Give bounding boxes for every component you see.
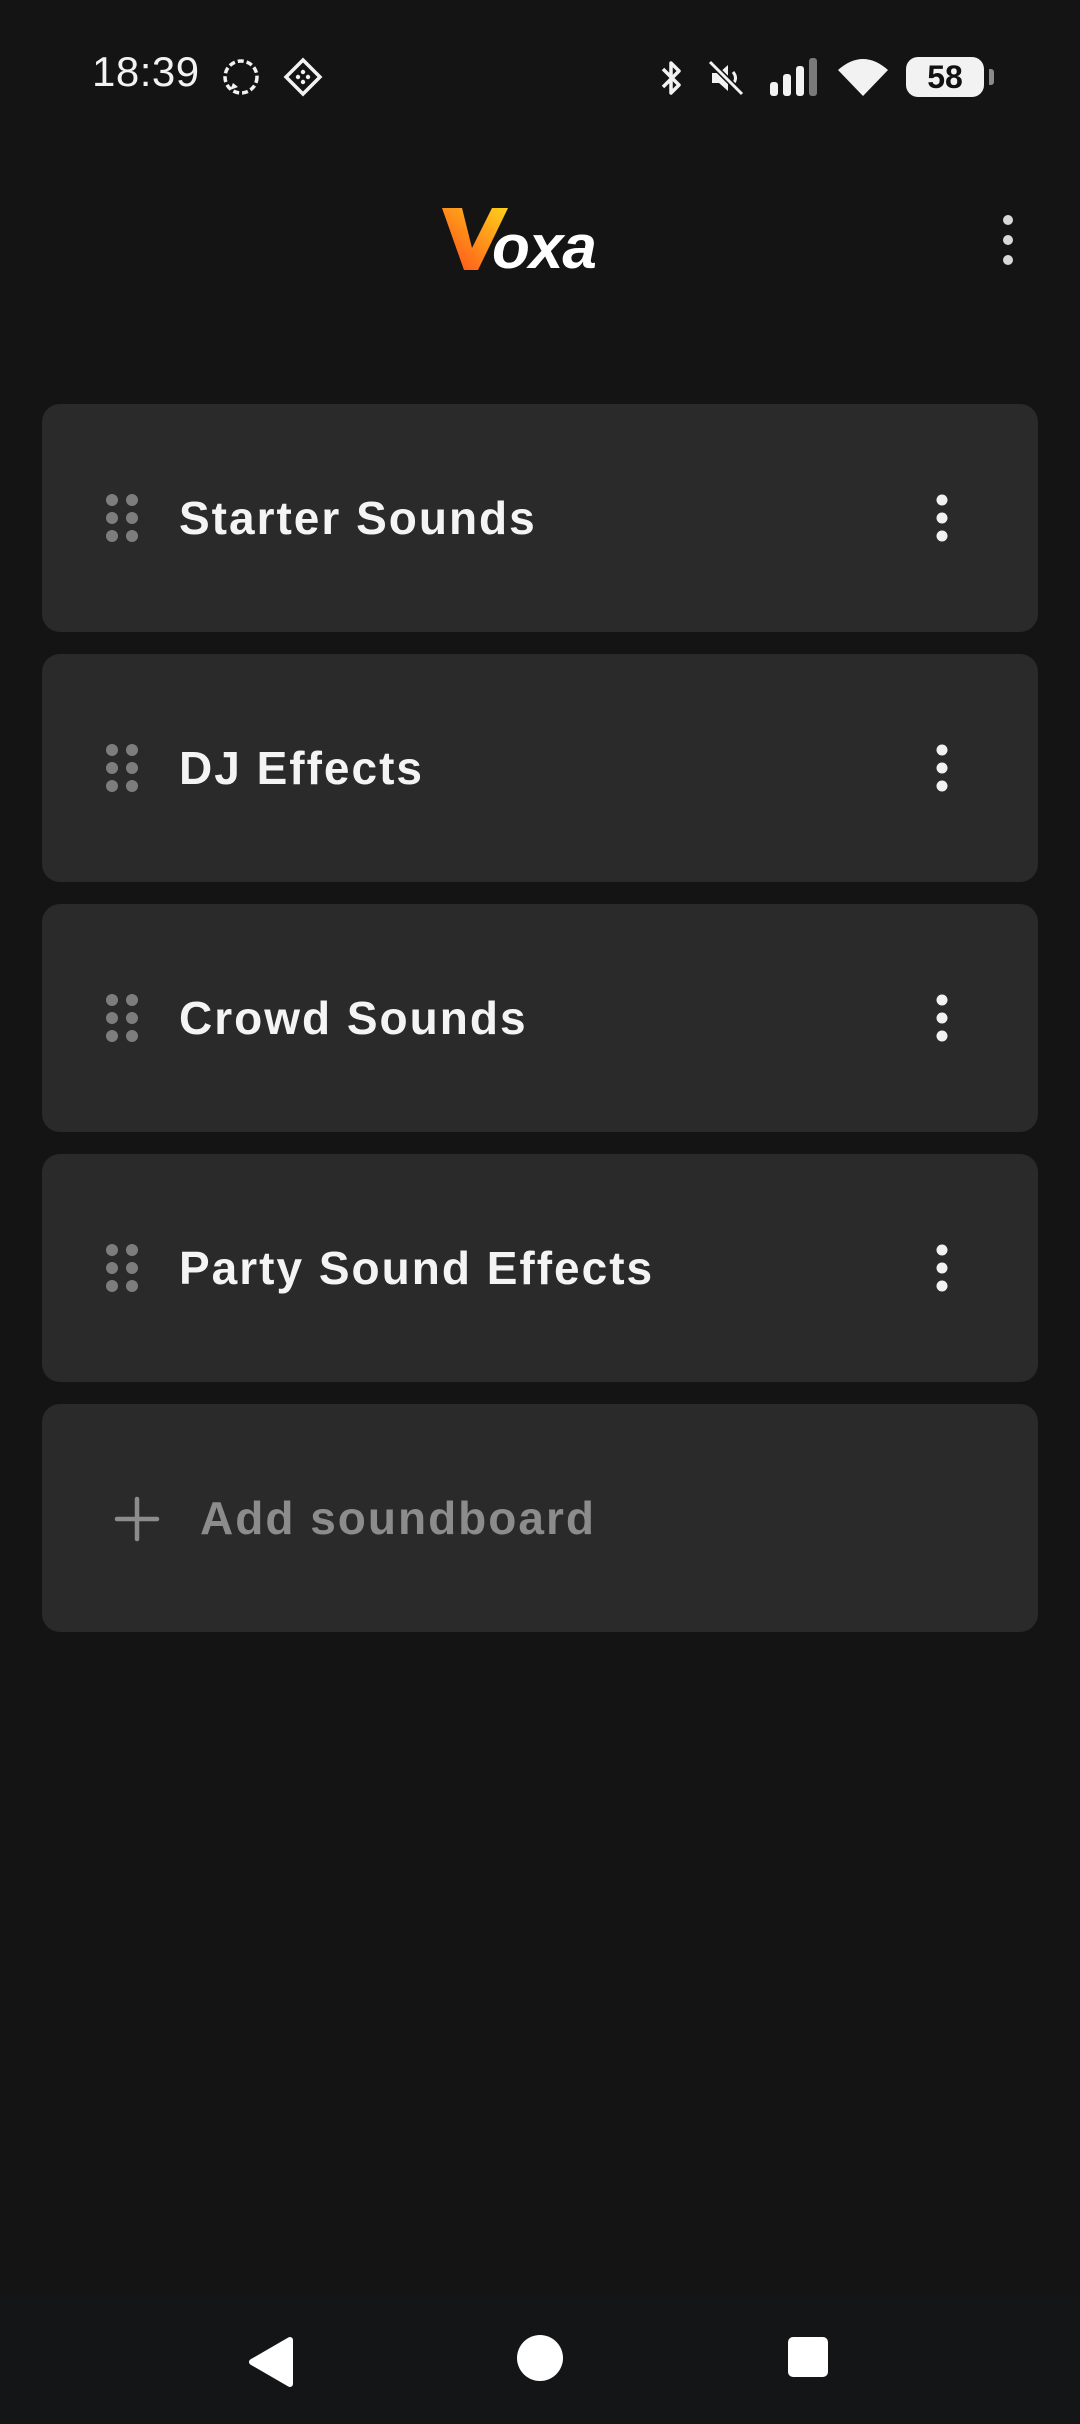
logo-text: oxa xyxy=(492,213,596,280)
status-time: 18:39 xyxy=(92,48,200,95)
card-more-vertical-icon[interactable] xyxy=(930,1242,954,1294)
recents-square-icon[interactable] xyxy=(787,2336,829,2378)
bluetooth-icon xyxy=(661,61,681,95)
soundboard-title: Crowd Sounds xyxy=(179,992,528,1044)
soundboard-card[interactable]: Starter Sounds xyxy=(42,404,1038,632)
signal-messenger-icon xyxy=(223,59,259,95)
drag-handle-icon[interactable] xyxy=(104,492,140,544)
soundboard-title: Party Sound Effects xyxy=(179,1242,655,1294)
status-bar: 18:39 58 xyxy=(0,0,1080,150)
drag-handle-icon[interactable] xyxy=(104,742,140,794)
plus-icon xyxy=(114,1496,160,1542)
wifi-icon xyxy=(838,59,888,96)
add-soundboard-label: Add soundboard xyxy=(200,1492,596,1544)
soundboard-card[interactable]: Crowd Sounds xyxy=(42,904,1038,1132)
home-circle-icon[interactable] xyxy=(516,2334,564,2382)
soundboard-title: Starter Sounds xyxy=(179,492,537,544)
drag-handle-icon[interactable] xyxy=(104,992,140,1044)
battery-icon: 58 xyxy=(906,57,994,97)
voxa-logo: oxa xyxy=(442,208,597,280)
soundboard-card[interactable]: Party Sound Effects xyxy=(42,1154,1038,1382)
grid-app-icon xyxy=(283,57,323,97)
card-more-vertical-icon[interactable] xyxy=(930,992,954,1044)
cellular-signal-icon xyxy=(770,58,817,96)
soundboard-card[interactable]: DJ Effects xyxy=(42,654,1038,882)
app-header: oxa xyxy=(0,180,1080,300)
card-more-vertical-icon[interactable] xyxy=(930,742,954,794)
soundboard-title: DJ Effects xyxy=(179,742,424,794)
system-nav-bar xyxy=(0,2296,1080,2424)
muted-speaker-icon xyxy=(707,59,745,97)
add-soundboard-button[interactable]: Add soundboard xyxy=(42,1404,1038,1632)
card-more-vertical-icon[interactable] xyxy=(930,492,954,544)
more-vertical-icon[interactable] xyxy=(985,210,1031,270)
drag-handle-icon[interactable] xyxy=(104,1242,140,1294)
back-triangle-icon[interactable] xyxy=(246,2336,294,2388)
